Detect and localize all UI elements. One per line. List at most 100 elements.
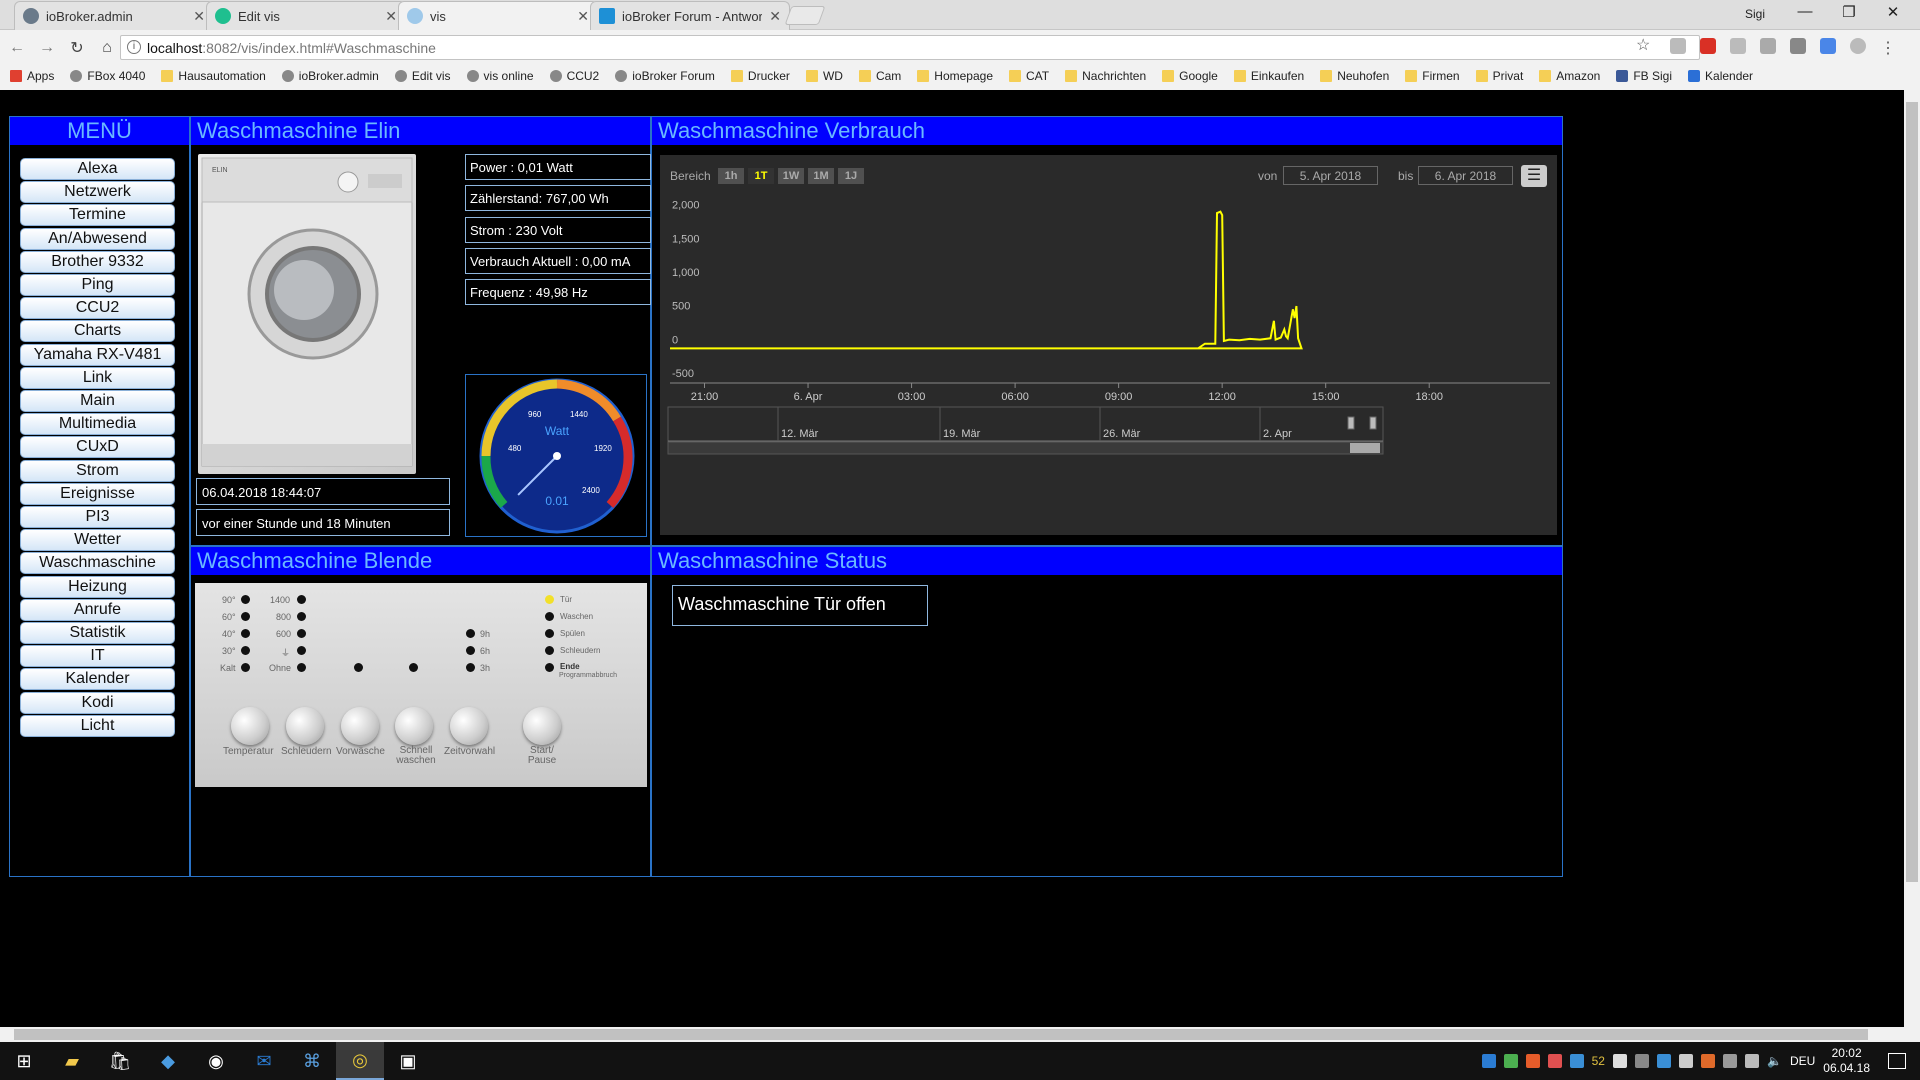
menu-button-waschmaschine[interactable]: Waschmaschine: [20, 552, 175, 575]
menu-button-alexa[interactable]: Alexa: [20, 158, 175, 180]
gmail-icon[interactable]: [1700, 38, 1716, 54]
menu-button-brother-9332[interactable]: Brother 9332: [20, 250, 175, 273]
info-tray-icon[interactable]: [1481, 1054, 1496, 1068]
minimize-icon[interactable]: —: [1790, 3, 1820, 20]
extension-icon[interactable]: [1850, 38, 1866, 54]
store-icon[interactable]: 🛍: [96, 1042, 144, 1080]
bookmark-item[interactable]: Drucker: [730, 69, 790, 83]
windows-start-icon[interactable]: ⊞: [0, 1042, 48, 1080]
window-user[interactable]: Sigi: [1745, 7, 1765, 21]
tray-icon[interactable]: [1525, 1054, 1540, 1068]
tray-icon[interactable]: [1569, 1054, 1584, 1068]
menu-button-yamaha-rx-v481[interactable]: Yamaha RX-V481: [20, 343, 175, 366]
bookmark-item[interactable]: Firmen: [1405, 69, 1460, 83]
extension-icon[interactable]: [1730, 38, 1746, 54]
network-app-icon[interactable]: ⌘: [288, 1042, 336, 1080]
menu-button-strom[interactable]: Strom: [20, 459, 175, 482]
app-icon[interactable]: ▣: [384, 1042, 432, 1080]
bookmark-item[interactable]: Apps: [10, 69, 54, 83]
bookmark-item[interactable]: Amazon: [1539, 69, 1600, 83]
menu-button-statistik[interactable]: Statistik: [20, 622, 175, 644]
chrome-icon[interactable]: ◎: [336, 1042, 384, 1080]
tray-icon[interactable]: [1656, 1054, 1671, 1068]
menu-button-link[interactable]: Link: [20, 366, 175, 389]
bookmark-item[interactable]: Hausautomation: [161, 69, 266, 83]
navigator-scrollbar[interactable]: [667, 441, 1384, 455]
bookmark-item[interactable]: Einkaufen: [1233, 69, 1304, 83]
extension-icon[interactable]: [1670, 38, 1686, 54]
menu-button-charts[interactable]: Charts: [20, 320, 175, 343]
address-bar[interactable]: localhost:8082/vis/index.html#Waschmasch…: [120, 35, 1700, 60]
close-icon[interactable]: ✕: [769, 8, 781, 25]
menu-button-anrufe[interactable]: Anrufe: [20, 598, 175, 621]
bookmark-item[interactable]: ioBroker Forum: [615, 69, 715, 83]
bookmark-item[interactable]: vis online: [466, 69, 534, 83]
tray-count[interactable]: 52: [1592, 1054, 1605, 1068]
navigator-handle[interactable]: [1347, 416, 1355, 430]
bookmark-item[interactable]: Nachrichten: [1065, 69, 1146, 83]
tray-icon[interactable]: [1503, 1054, 1518, 1068]
tray-icon[interactable]: [1634, 1054, 1649, 1068]
bookmark-item[interactable]: FBox 4040: [70, 69, 145, 83]
wifi-icon[interactable]: [1744, 1054, 1759, 1068]
reload-icon[interactable]: ↻: [64, 38, 90, 58]
app-icon[interactable]: ◉: [192, 1042, 240, 1080]
menu-button-main[interactable]: Main: [20, 390, 175, 412]
tray-icon[interactable]: [1678, 1054, 1693, 1068]
menu-button-netzwerk[interactable]: Netzwerk: [20, 181, 175, 204]
home-icon[interactable]: ⌂: [94, 39, 120, 57]
bookmark-item[interactable]: Neuhofen: [1320, 69, 1389, 83]
menu-button-an-abwesend[interactable]: An/Abwesend: [20, 227, 175, 250]
file-explorer-icon[interactable]: ▰: [48, 1042, 96, 1080]
menu-button-ping[interactable]: Ping: [20, 274, 175, 296]
menu-button-heizung[interactable]: Heizung: [20, 575, 175, 598]
menu-button-kalender[interactable]: Kalender: [20, 668, 175, 691]
menu-button-licht[interactable]: Licht: [20, 714, 175, 737]
bookmark-item[interactable]: FB Sigi: [1616, 69, 1672, 83]
back-icon[interactable]: ←: [4, 39, 30, 57]
bookmark-item[interactable]: Kalender: [1688, 69, 1753, 83]
bookmark-item[interactable]: WD: [805, 69, 843, 83]
menu-button-ccu2[interactable]: CCU2: [20, 297, 175, 320]
tab-vis[interactable]: vis ✕: [398, 1, 598, 30]
close-icon[interactable]: ✕: [385, 8, 397, 25]
bookmark-item[interactable]: Edit vis: [394, 69, 451, 83]
horizontal-scroll-thumb[interactable]: [14, 1029, 1868, 1040]
shield-icon[interactable]: [1612, 1054, 1627, 1068]
extension-icon[interactable]: [1790, 38, 1806, 54]
bookmark-item[interactable]: Google: [1162, 69, 1218, 83]
menu-button-kodi[interactable]: Kodi: [20, 691, 175, 714]
bookmark-star-icon[interactable]: ☆: [1636, 35, 1650, 55]
menu-button-ereignisse[interactable]: Ereignisse: [20, 482, 175, 505]
tab-iobroker-admin[interactable]: ioBroker.admin ✕: [14, 1, 214, 30]
bookmark-item[interactable]: CCU2: [549, 69, 599, 83]
volume-icon[interactable]: 🔈: [1767, 1054, 1782, 1068]
close-icon[interactable]: ✕: [577, 8, 589, 25]
tray-icon[interactable]: [1700, 1054, 1715, 1068]
menu-button-it[interactable]: IT: [20, 645, 175, 668]
info-icon[interactable]: i: [127, 40, 141, 54]
bookmark-item[interactable]: CAT: [1009, 69, 1049, 83]
vertical-scroll-thumb[interactable]: [1906, 102, 1918, 882]
tab-iobroker-forum[interactable]: ioBroker Forum - Antwor ✕: [590, 1, 790, 30]
app-icon[interactable]: ◆: [144, 1042, 192, 1080]
translate-icon[interactable]: [1820, 38, 1836, 54]
bookmark-item[interactable]: Cam: [858, 69, 901, 83]
outlook-icon[interactable]: ✉: [240, 1042, 288, 1080]
menu-button-multimedia[interactable]: Multimedia: [20, 413, 175, 436]
tab-edit-vis[interactable]: Edit vis ✕: [206, 1, 406, 30]
network-icon[interactable]: [1722, 1054, 1737, 1068]
menu-kebab-icon[interactable]: ⋮: [1880, 38, 1896, 57]
bookmark-item[interactable]: Homepage: [917, 69, 993, 83]
forward-icon[interactable]: →: [34, 39, 60, 57]
menu-button-pi3[interactable]: PI3: [20, 506, 175, 528]
tray-icon[interactable]: [1547, 1054, 1562, 1068]
navigator-scroll-thumb[interactable]: [1350, 443, 1380, 453]
menu-button-cuxd[interactable]: CUxD: [20, 436, 175, 459]
close-window-icon[interactable]: ✕: [1878, 3, 1908, 21]
maximize-icon[interactable]: ❐: [1834, 3, 1864, 21]
new-tab-button[interactable]: [784, 6, 826, 25]
navigator-handle[interactable]: [1369, 416, 1377, 430]
extension-icon[interactable]: [1760, 38, 1776, 54]
menu-button-wetter[interactable]: Wetter: [20, 529, 175, 552]
